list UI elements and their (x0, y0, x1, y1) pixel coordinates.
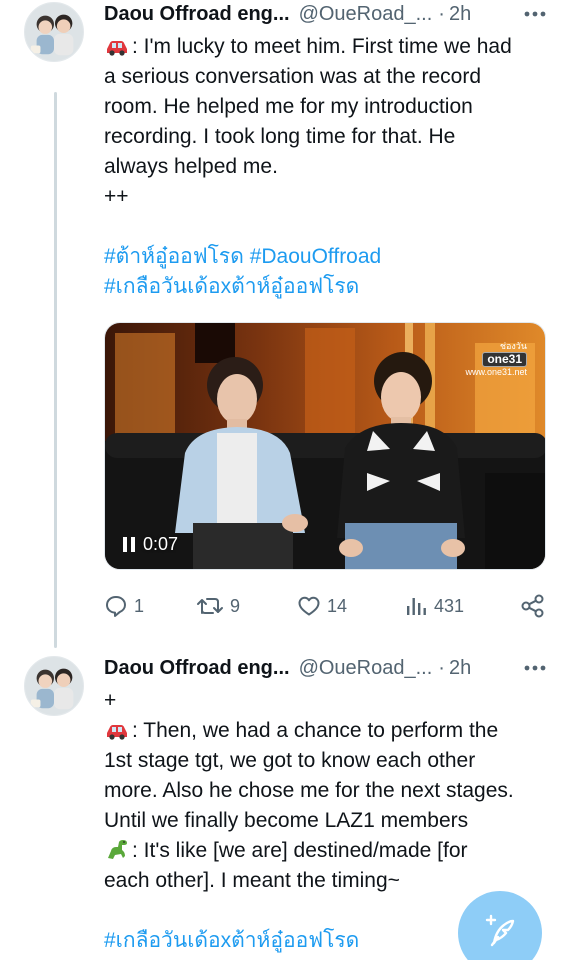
like-icon (297, 594, 321, 618)
compose-icon (482, 913, 518, 954)
display-name[interactable]: Daou Offroad eng... (104, 654, 290, 682)
repost-count: 9 (230, 595, 241, 616)
repost-icon (196, 594, 224, 618)
channel-sub-label: ช่องวัน (499, 341, 527, 351)
tweet-text-line: always helped me. (104, 155, 278, 178)
channel-url: www.one31.net (465, 367, 527, 377)
tweet-text-line: Until we finally become LAZ1 members (104, 809, 469, 832)
tweet-text-line: recording. I took long time for that. He (104, 125, 456, 148)
hashtag-link[interactable]: #ต้าห์อู๋ออฟโรด #DaouOffroad (104, 242, 554, 272)
channel-name: one31 (482, 352, 527, 367)
reply-icon (104, 594, 128, 618)
views-button[interactable]: 431 (404, 594, 464, 618)
tweet-text-line: + (104, 689, 117, 712)
channel-logo: ช่องวัน one31 www.one31.net (465, 341, 527, 378)
like-button[interactable]: 14 (297, 594, 347, 618)
user-handle[interactable]: @OueRoad_... (299, 0, 433, 28)
tweet-header: Daou Offroad eng... @OueRoad_... · 2h (104, 0, 471, 28)
tweet-text-line: : It's like [we are] destined/made [for (104, 836, 554, 866)
tweet-text-line: ++ (104, 185, 129, 208)
tweet-text-segment: : It's like [we are] destined/made [for (132, 839, 468, 862)
timestamp[interactable]: 2h (449, 0, 471, 28)
hashtag-link[interactable]: #เกลือวันเด้อxต้าห์อู๋ออฟโรด (104, 272, 554, 302)
timeline: Daou Offroad eng... @OueRoad_... · 2h : … (0, 0, 573, 960)
thread-connector-line (54, 92, 57, 648)
user-handle[interactable]: @OueRoad_... (299, 654, 433, 682)
tweet-text-segment: : Then, we had a chance to perform the (132, 719, 499, 742)
author-avatar[interactable] (24, 2, 84, 62)
tweet-text-line: : Then, we had a chance to perform the (104, 716, 554, 746)
views-icon (404, 594, 428, 618)
separator-dot: · (438, 657, 445, 679)
tweet-text-line: room. He helped me for my introduction (104, 95, 473, 118)
tweet-text-line: more. Also he chose me for the next stag… (104, 779, 514, 802)
tweet-body: : I'm lucky to meet him. First time we h… (104, 32, 554, 302)
more-icon[interactable] (522, 1, 548, 27)
tweet-text-line: 1st stage tgt, we got to know each other (104, 749, 476, 772)
video-player[interactable]: ช่องวัน one31 www.one31.net 0:07 (104, 322, 546, 570)
views-count: 431 (434, 595, 465, 616)
timestamp[interactable]: 2h (449, 654, 471, 682)
tweet-text-line: each other]. I meant the timing~ (104, 869, 400, 892)
more-icon[interactable] (522, 655, 548, 681)
tweet-actions: 1 9 14 431 (104, 592, 546, 620)
repost-button[interactable]: 9 (196, 594, 240, 618)
tweet-header: Daou Offroad eng... @OueRoad_... · 2h (104, 654, 471, 682)
display-name[interactable]: Daou Offroad eng... (104, 0, 290, 28)
tweet-text-line: a serious conversation was at the record (104, 65, 482, 88)
author-avatar[interactable] (24, 656, 84, 716)
reply-button[interactable]: 1 (104, 594, 144, 618)
share-icon (520, 593, 546, 619)
pause-icon[interactable] (123, 537, 135, 553)
share-button[interactable] (520, 593, 546, 619)
video-controls: 0:07 (123, 534, 178, 555)
separator-dot: · (438, 3, 445, 25)
tweet-text-segment: : I'm lucky to meet him. First time we h… (132, 35, 512, 58)
video-time: 0:07 (143, 534, 179, 554)
tweet-text-line: : I'm lucky to meet him. First time we h… (104, 32, 554, 62)
reply-count: 1 (134, 595, 145, 616)
like-count: 14 (327, 595, 348, 616)
